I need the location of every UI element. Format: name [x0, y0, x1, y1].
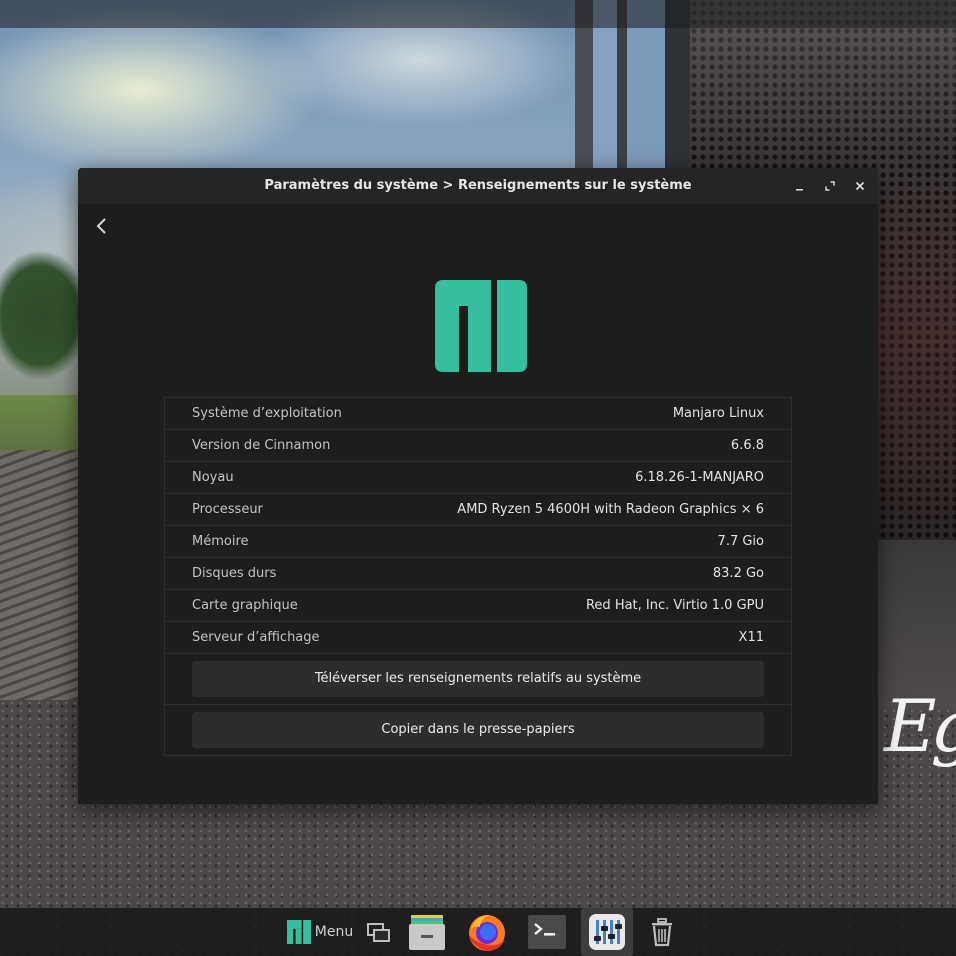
window-switcher-icon	[367, 923, 390, 942]
info-row-display-server: Serveur d’affichage X11	[165, 622, 791, 654]
chevron-left-icon	[96, 218, 106, 234]
wallpaper-deck	[0, 450, 90, 730]
window-titlebar[interactable]: Paramètres du système > Renseignements s…	[78, 168, 878, 205]
window-switcher-button[interactable]	[360, 908, 396, 956]
info-value: X11	[738, 630, 764, 645]
info-row-graphics: Carte graphique Red Hat, Inc. Virtio 1.0…	[165, 590, 791, 622]
info-value: 83.2 Go	[712, 566, 764, 581]
info-value: Manjaro Linux	[672, 406, 764, 421]
info-row-cinnamon-version: Version de Cinnamon 6.6.8	[165, 430, 791, 462]
firefox-button[interactable]	[462, 908, 512, 956]
info-row-disks: Disques durs 83.2 Go	[165, 558, 791, 590]
info-value: Red Hat, Inc. Virtio 1.0 GPU	[585, 598, 764, 613]
info-label: Carte graphique	[192, 598, 298, 613]
trash-icon	[652, 918, 672, 947]
copy-button-row: Copier dans le presse-papiers	[165, 705, 791, 756]
upload-button-row: Téléverser les renseignements relatifs a…	[165, 654, 791, 705]
manjaro-logo-icon	[435, 280, 527, 372]
firefox-icon	[469, 915, 505, 951]
manjaro-menu-icon	[286, 920, 311, 944]
info-value: 6.18.26-1-MANJARO	[635, 470, 764, 485]
wallpaper-trees	[0, 215, 90, 405]
taskbar: Menu	[0, 908, 956, 956]
top-panel	[0, 0, 956, 28]
info-label: Noyau	[192, 470, 234, 485]
info-value: 7.7 Gio	[717, 534, 764, 549]
minimize-icon	[796, 189, 803, 191]
info-value: AMD Ryzen 5 4600H with Radeon Graphics ×…	[457, 502, 764, 517]
menu-label: Menu	[314, 924, 354, 940]
info-label: Processeur	[192, 502, 263, 517]
info-label: Mémoire	[192, 534, 249, 549]
trash-button[interactable]	[642, 908, 682, 956]
system-settings-button[interactable]	[581, 908, 633, 956]
system-settings-icon	[589, 914, 625, 950]
close-icon	[855, 181, 865, 191]
window-title: Paramètres du système > Renseignements s…	[264, 178, 692, 193]
info-row-os: Système d’exploitation Manjaro Linux	[165, 398, 791, 430]
copy-to-clipboard-button[interactable]: Copier dans le presse-papiers	[192, 712, 764, 748]
maximize-button[interactable]	[820, 176, 840, 196]
info-label: Système d’exploitation	[192, 406, 342, 421]
terminal-button[interactable]	[522, 908, 572, 956]
system-info-panel: Système d’exploitation Manjaro Linux Ver…	[164, 397, 792, 756]
maximize-icon	[825, 181, 835, 191]
close-button[interactable]	[850, 176, 870, 196]
info-row-memory: Mémoire 7.7 Gio	[165, 526, 791, 558]
menu-button[interactable]: Menu	[284, 908, 356, 956]
upload-system-info-button[interactable]: Téléverser les renseignements relatifs a…	[192, 661, 764, 697]
system-settings-window: Paramètres du système > Renseignements s…	[78, 168, 878, 804]
info-value: 6.6.8	[730, 438, 764, 453]
info-label: Version de Cinnamon	[192, 438, 331, 453]
info-row-kernel: Noyau 6.18.26-1-MANJARO	[165, 462, 791, 494]
info-row-processor: Processeur AMD Ryzen 5 4600H with Radeon…	[165, 494, 791, 526]
minimize-button[interactable]	[790, 176, 810, 196]
wallpaper-graffiti: Eg	[884, 684, 956, 768]
back-button[interactable]	[88, 212, 116, 240]
terminal-icon	[528, 915, 566, 949]
file-manager-button[interactable]	[404, 908, 450, 956]
file-manager-icon	[409, 915, 445, 950]
wallpaper-grass	[0, 395, 90, 455]
info-label: Serveur d’affichage	[192, 630, 320, 645]
info-label: Disques durs	[192, 566, 277, 581]
